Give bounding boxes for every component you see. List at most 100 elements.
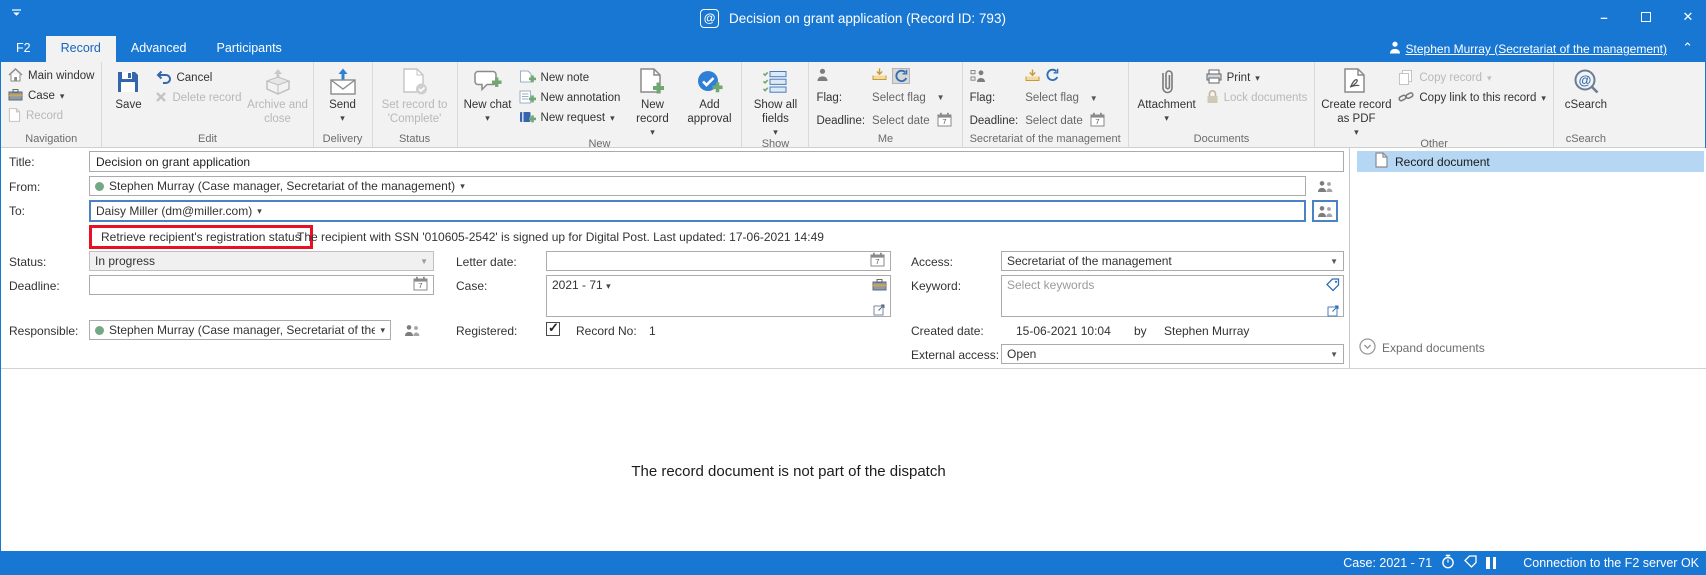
show-all-fields-button[interactable]: Show all fields [745,64,805,137]
external-access-dropdown-arrow[interactable] [1330,350,1338,359]
people-icon [1317,180,1334,193]
ribbon-group-documents: Attachment Print Lock documents Document… [1129,62,1316,147]
record-document-item[interactable]: Record document [1357,151,1704,172]
case-field[interactable]: 2021 - 71 [546,275,891,317]
unit-select-date[interactable]: Select date [1025,115,1083,127]
unit-select-flag-icon[interactable] [1045,68,1059,85]
save-button[interactable]: Save [105,64,151,132]
responsible-participants-button[interactable] [399,320,425,340]
create-pdf-dropdown-arrow[interactable] [1354,127,1359,138]
record-no-value: 1 [649,324,656,338]
to-participants-button[interactable] [1312,200,1338,222]
calendar-icon[interactable]: 7 [870,252,885,270]
responsible-field[interactable]: Stephen Murray (Case manager, Secretaria… [89,320,391,340]
delete-record-button[interactable]: Delete record [155,90,241,106]
unit-calendar-icon[interactable]: 7 [1090,112,1108,130]
tab-participants[interactable]: Participants [202,36,297,62]
tab-record[interactable]: Record [46,36,116,62]
me-flag-dropdown-arrow[interactable] [937,93,955,102]
unit-flag-dropdown-arrow[interactable] [1090,94,1108,103]
create-pdf-button[interactable]: Create record as PDF [1318,64,1394,137]
deadline-field[interactable]: 7 [89,275,434,295]
maximize-button[interactable] [1641,12,1651,22]
new-record-button[interactable]: New record [624,64,680,137]
show-fields-dropdown-arrow[interactable] [773,127,778,138]
printer-icon [1206,69,1222,87]
svg-text:7: 7 [1095,117,1099,126]
case-icon[interactable] [872,278,887,294]
title-input[interactable] [89,151,1344,172]
calendar-icon[interactable]: 7 [413,276,428,294]
created-date-label: Created date: [911,324,984,338]
unit-select-flag[interactable]: Select flag [1025,92,1083,104]
copy-link-button[interactable]: Copy link to this record [1398,90,1546,106]
registered-label: Registered: [456,324,517,338]
send-dropdown-arrow[interactable] [340,113,345,124]
tab-advanced[interactable]: Advanced [116,36,202,62]
case-dropdown-arrow[interactable] [606,281,611,291]
record-nav-button[interactable]: Record [8,108,94,124]
new-chat-button[interactable]: New chat [461,64,515,137]
access-dropdown-arrow[interactable] [1330,257,1338,266]
statusbar-case-ref[interactable]: Case: 2021 - 71 [1343,556,1432,570]
new-request-button[interactable]: New request [519,110,621,126]
registration-status-text: The recipient with SSN '010605-2542' is … [297,230,824,244]
me-calendar-icon[interactable]: 7 [937,112,955,130]
open-popup-icon[interactable] [873,303,886,319]
people-icon [1317,205,1334,218]
case-label: Case: [456,279,487,293]
archive-close-button[interactable]: Archive and close [246,64,310,132]
tab-f2[interactable]: F2 [1,36,46,62]
to-dropdown-arrow[interactable] [257,206,262,217]
letter-date-field[interactable]: 7 [546,251,891,271]
title-label: Title: [9,155,35,169]
open-popup-icon[interactable] [1327,304,1340,320]
main-window-button[interactable]: Main window [8,68,94,84]
ribbon-group-navigation: Main window Case Record Navigation [1,62,102,147]
cancel-button[interactable]: Cancel [155,70,241,86]
external-access-field[interactable]: Open [1001,344,1344,364]
keyword-field[interactable]: Select keywords [1001,275,1344,317]
me-select-flag[interactable]: Select flag [872,92,930,104]
connection-status: Connection to the F2 server OK [1523,556,1699,570]
lock-documents-button[interactable]: Lock documents [1206,90,1308,106]
registered-checkbox[interactable] [546,322,560,336]
home-icon [8,68,23,85]
me-select-date[interactable]: Select date [872,115,930,127]
deadline-label: Deadline: [9,279,60,293]
pause-icon[interactable] [1486,557,1496,569]
svg-text:7: 7 [418,281,422,290]
collapse-ribbon-icon[interactable] [1682,40,1693,56]
me-select-flag-icon[interactable] [892,68,910,84]
csearch-button[interactable]: @ cSearch [1557,64,1615,132]
case-nav-button[interactable]: Case [8,88,94,104]
stopwatch-icon[interactable] [1441,554,1455,572]
created-date-value: 15-06-2021 10:04 [1016,324,1111,338]
attachment-button[interactable]: Attachment [1132,64,1202,132]
new-annotation-button[interactable]: New annotation [519,90,621,106]
send-button[interactable]: Send [317,64,369,132]
set-complete-button[interactable]: Set record to 'Complete' [376,64,454,132]
close-button[interactable] [1681,9,1695,25]
minimize-button[interactable] [1597,10,1611,25]
new-record-dropdown-arrow[interactable] [650,127,655,138]
quick-access-customize-icon[interactable] [11,5,22,23]
add-approval-button[interactable]: Add approval [680,64,738,137]
from-field[interactable]: Stephen Murray (Case manager, Secretaria… [89,176,1306,196]
from-label: From: [9,180,40,194]
print-button[interactable]: Print [1206,70,1308,86]
copy-record-button[interactable]: Copy record [1398,70,1546,86]
current-user-link[interactable]: Stephen Murray (Secretariat of the manag… [1389,41,1667,57]
from-participants-button[interactable] [1312,176,1338,197]
tag-icon[interactable] [1464,555,1477,571]
access-field[interactable]: Secretariat of the management [1001,251,1344,271]
new-note-button[interactable]: New note [519,70,621,86]
attachment-dropdown-arrow[interactable] [1164,113,1169,124]
from-dropdown-arrow[interactable] [460,181,465,192]
to-field[interactable]: Daisy Miller (dm@miller.com) [89,200,1306,222]
new-chat-dropdown-arrow[interactable] [485,113,490,124]
retrieve-registration-status-button[interactable]: Retrieve recipient's registration status [89,225,313,249]
expand-documents-button[interactable]: Expand documents [1359,338,1485,358]
tag-icon[interactable] [1326,278,1340,295]
responsible-dropdown-arrow[interactable] [380,325,385,336]
